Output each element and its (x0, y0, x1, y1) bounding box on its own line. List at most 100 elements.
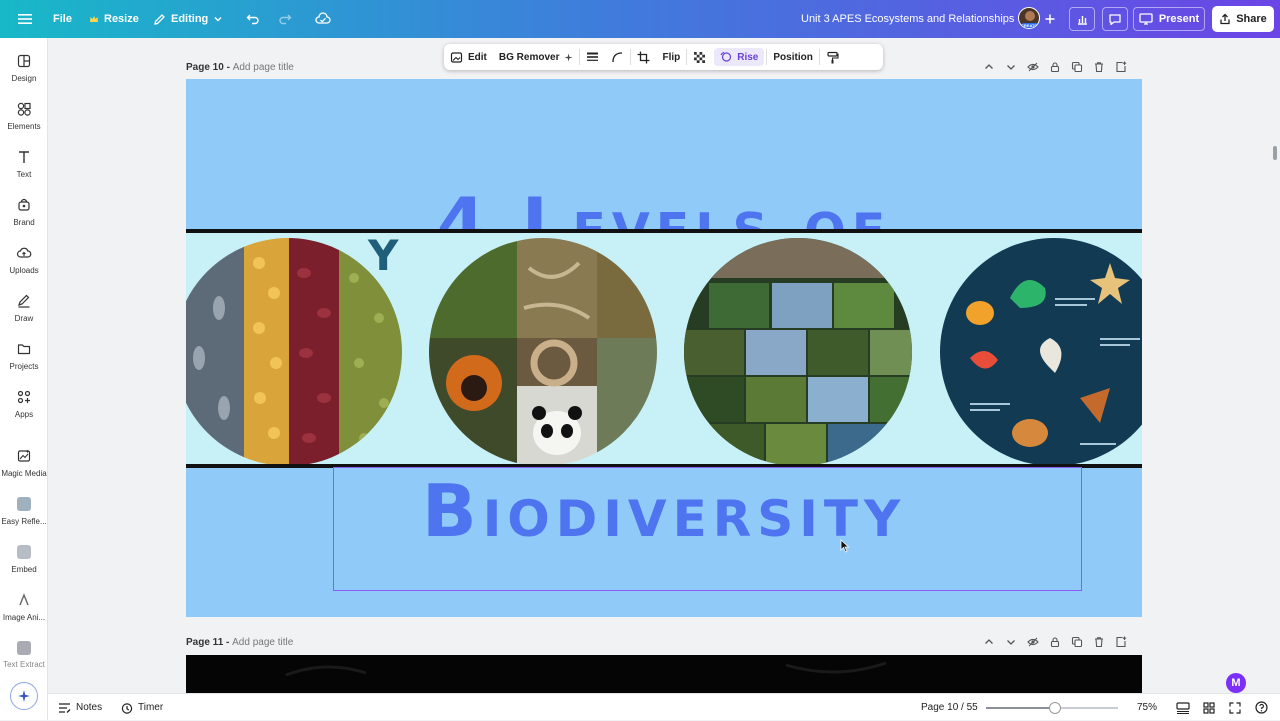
lock-icon[interactable] (1049, 61, 1061, 73)
sidebar-item-design[interactable]: Design (0, 52, 48, 83)
sidebar-item-magic-media[interactable]: Magic Media (0, 447, 48, 478)
transparency-icon (694, 51, 706, 63)
chevron-up-icon[interactable] (983, 636, 995, 648)
avatar[interactable]: CREATOR (1018, 7, 1040, 29)
sidebar-item-text[interactable]: Text (0, 148, 48, 179)
corner-radius-icon (612, 51, 623, 62)
help-button[interactable] (1255, 694, 1268, 721)
image-context-toolbar: Edit BG Remover Flip Rise Position (444, 44, 883, 70)
slide-page-10[interactable]: 4 Levels of Y Biodiversity (186, 79, 1142, 617)
phyla-chart-image (940, 238, 1142, 466)
sidebar-item-brand[interactable]: Brand (0, 196, 48, 227)
comments-button[interactable] (1102, 7, 1128, 31)
file-menu-button[interactable]: File (53, 0, 72, 38)
animate-icon (720, 51, 732, 62)
add-page-icon[interactable] (1115, 636, 1127, 648)
avatar-badge: CREATOR (1021, 23, 1040, 28)
menu-button[interactable] (16, 0, 34, 38)
help-icon (1255, 701, 1268, 714)
animals-collage-image (429, 238, 657, 466)
extension-badge[interactable]: M (1226, 673, 1246, 693)
hide-page-icon[interactable] (1027, 636, 1039, 648)
phyla-diagram-image[interactable] (940, 238, 1142, 466)
animation-rise-button[interactable]: Rise (714, 48, 765, 66)
hide-page-icon[interactable] (1027, 61, 1039, 73)
sidebar-item-embed[interactable]: Embed (0, 543, 48, 574)
left-sidebar: Design Elements Text Brand Uploads Draw … (0, 38, 48, 720)
seeds-image (186, 238, 402, 466)
cloud-upload-icon (15, 244, 33, 262)
cloud-check-icon (315, 12, 331, 24)
image-animate-icon (15, 591, 33, 609)
sidebar-item-text-extract[interactable]: Text Extract (0, 639, 48, 669)
sidebar-item-projects[interactable]: Projects (0, 340, 48, 371)
fullscreen-button[interactable] (1229, 694, 1241, 721)
page-11-title-input[interactable]: Add page title (232, 637, 293, 648)
genetic-diversity-image[interactable] (186, 238, 402, 466)
zoom-slider-knob[interactable] (1048, 702, 1061, 714)
sidebar-item-easy-reflections[interactable]: Easy Refle... (0, 495, 48, 526)
grid-view-button[interactable] (1203, 694, 1215, 721)
species-diversity-image[interactable] (429, 238, 657, 466)
sidebar-item-draw[interactable]: Draw (0, 292, 48, 323)
paint-roller-icon (827, 51, 839, 63)
redo-icon (279, 14, 292, 25)
trash-icon[interactable] (1093, 61, 1105, 73)
editing-mode-dropdown[interactable]: Editing (153, 0, 223, 38)
flip-button[interactable]: Flip (656, 44, 686, 70)
notes-button[interactable]: Notes (58, 694, 102, 721)
resize-button[interactable]: Resize (89, 0, 139, 38)
document-title[interactable]: Unit 3 APES Ecosystems and Relationships (801, 0, 1014, 38)
transparency-button[interactable] (687, 44, 712, 70)
text-icon (15, 148, 33, 166)
chevron-down-icon[interactable] (1005, 61, 1017, 73)
sidebar-item-elements[interactable]: Elements (0, 100, 48, 131)
chevron-up-icon[interactable] (983, 61, 995, 73)
sidebar-item-uploads[interactable]: Uploads (0, 244, 48, 275)
add-collaborator-button[interactable] (1044, 0, 1056, 38)
biodiversity-image-strip[interactable]: Y (186, 231, 1142, 466)
lock-icon[interactable] (1049, 636, 1061, 648)
magic-assistant-button[interactable] (10, 682, 38, 710)
layout-icon (15, 52, 33, 70)
canvas-scrollbar[interactable] (1273, 146, 1277, 160)
share-button[interactable]: Share (1212, 6, 1274, 32)
zoom-slider[interactable] (986, 702, 1118, 714)
page-10-title-input[interactable]: Add page title (233, 62, 294, 73)
border-weight-icon (587, 52, 599, 61)
redo-button[interactable] (278, 0, 292, 38)
ecosystem-diversity-image[interactable] (684, 238, 912, 466)
duplicate-icon[interactable] (1071, 61, 1083, 73)
folder-icon (15, 340, 33, 358)
chevron-down-icon[interactable] (1005, 636, 1017, 648)
present-button[interactable]: Present (1133, 7, 1205, 31)
page-view-button[interactable] (1176, 694, 1190, 721)
slide-page-11[interactable] (186, 655, 1142, 693)
present-icon (1139, 13, 1153, 25)
sidebar-item-apps[interactable]: Apps (0, 388, 48, 419)
text-selection-box[interactable] (333, 467, 1082, 591)
undo-button[interactable] (246, 0, 260, 38)
zoom-level[interactable]: 75% (1137, 694, 1157, 721)
crop-button[interactable] (631, 44, 656, 70)
bg-remover-button[interactable]: BG Remover (493, 44, 580, 70)
copy-style-button[interactable] (820, 44, 845, 70)
page-10-controls (983, 61, 1127, 73)
position-button[interactable]: Position (767, 44, 818, 70)
trash-icon[interactable] (1093, 636, 1105, 648)
sidebar-item-image-animate[interactable]: Image Ani... (0, 591, 48, 622)
save-status-button[interactable] (315, 0, 331, 38)
insights-button[interactable] (1069, 7, 1095, 31)
magic-media-icon (15, 447, 33, 465)
sparkle-icon (564, 53, 573, 61)
duplicate-icon[interactable] (1071, 636, 1083, 648)
crown-icon (90, 16, 98, 22)
timer-button[interactable]: Timer (121, 694, 163, 721)
undo-icon (246, 14, 259, 25)
plus-icon (1045, 14, 1055, 24)
border-style-button[interactable] (580, 44, 605, 70)
page-indicator[interactable]: Page 10 / 55 (921, 694, 978, 721)
edit-image-button[interactable]: Edit (444, 44, 493, 70)
add-page-icon[interactable] (1115, 61, 1127, 73)
corner-rounding-button[interactable] (605, 44, 630, 70)
